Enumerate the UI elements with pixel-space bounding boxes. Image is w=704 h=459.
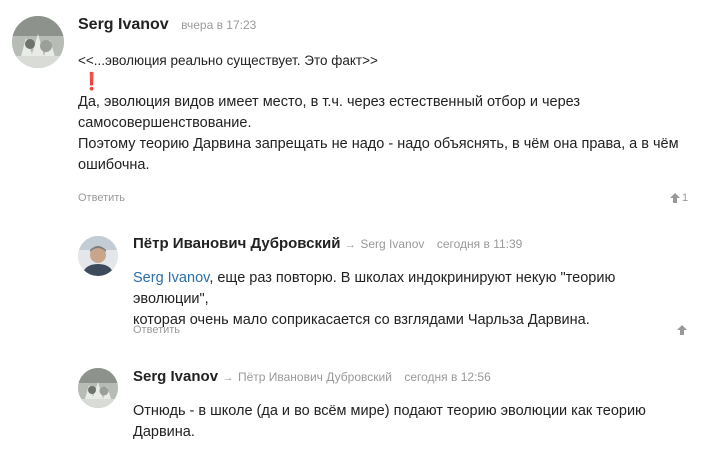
comment-body: Отнюдь - в школе (да и во всём мире) под… — [133, 401, 693, 443]
body-line: самосовершенствование. — [78, 115, 252, 131]
avatar[interactable] — [78, 368, 118, 408]
comment-time[interactable]: сегодня в 12:56 — [404, 370, 490, 384]
author-name[interactable]: Пётр Иванович Дубровский — [133, 235, 340, 252]
vote-widget[interactable] — [677, 325, 687, 335]
reply-arrow-icon: → — [344, 239, 356, 251]
comment-time[interactable]: вчера в 17:23 — [181, 18, 256, 32]
vote-count: 1 — [682, 192, 689, 204]
avatar-image — [78, 368, 118, 408]
comment-time[interactable]: сегодня в 11:39 — [437, 237, 523, 251]
exclamation-icon: ❗ — [81, 72, 103, 91]
author-name[interactable]: Serg Ivanov — [78, 16, 169, 33]
body-line: которая очень мало соприкасается со взгл… — [133, 312, 590, 328]
reply-to-link[interactable]: Serg Ivanov — [360, 237, 424, 251]
comment-body: Serg Ivanov, еще раз повторю. В школах и… — [133, 268, 693, 331]
mention-link[interactable]: Serg Ivanov — [133, 270, 209, 286]
avatar[interactable] — [78, 236, 118, 276]
comment-1: Serg Ivanov вчера в 17:23 <<...эволюция … — [0, 0, 704, 215]
vote-widget[interactable]: 1 — [670, 192, 688, 204]
comment-2: Пётр Иванович Дубровский → Serg Ivanov с… — [0, 220, 704, 350]
arrow-up-icon[interactable] — [677, 325, 687, 335]
reply-to-link[interactable]: Пётр Иванович Дубровский — [238, 370, 392, 384]
body-line: Дарвина. — [133, 424, 195, 440]
comment-body: <<...эволюция реально существует. Это фа… — [78, 50, 688, 176]
arrow-up-icon[interactable] — [670, 193, 680, 203]
body-line: Поэтому теорию Дарвина запрещать не надо… — [78, 136, 679, 152]
comment-header: Пётр Иванович Дубровский → Serg Ivanov с… — [133, 235, 522, 253]
body-line: ошибочна. — [78, 157, 150, 173]
author-name[interactable]: Serg Ivanov — [133, 368, 218, 385]
reply-arrow-icon: → — [222, 372, 234, 384]
avatar-image — [12, 16, 64, 68]
reply-button[interactable]: Ответить — [78, 192, 125, 204]
body-line: Serg Ivanov, еще раз повторю. В школах и… — [133, 268, 693, 310]
quote-text: <<...эволюция реально существует. Это фа… — [78, 53, 378, 68]
reply-button[interactable]: Ответить — [133, 324, 180, 336]
comment-3: Serg Ivanov → Пётр Иванович Дубровский с… — [0, 352, 704, 459]
body-line: Да, эволюция видов имеет место, в т.ч. ч… — [78, 94, 581, 110]
comment-header: Serg Ivanov → Пётр Иванович Дубровский с… — [133, 368, 491, 386]
avatar[interactable] — [12, 16, 64, 68]
comment-header: Serg Ivanov вчера в 17:23 — [78, 16, 256, 34]
avatar-image — [78, 236, 118, 276]
body-line: Отнюдь - в школе (да и во всём мире) под… — [133, 403, 646, 419]
